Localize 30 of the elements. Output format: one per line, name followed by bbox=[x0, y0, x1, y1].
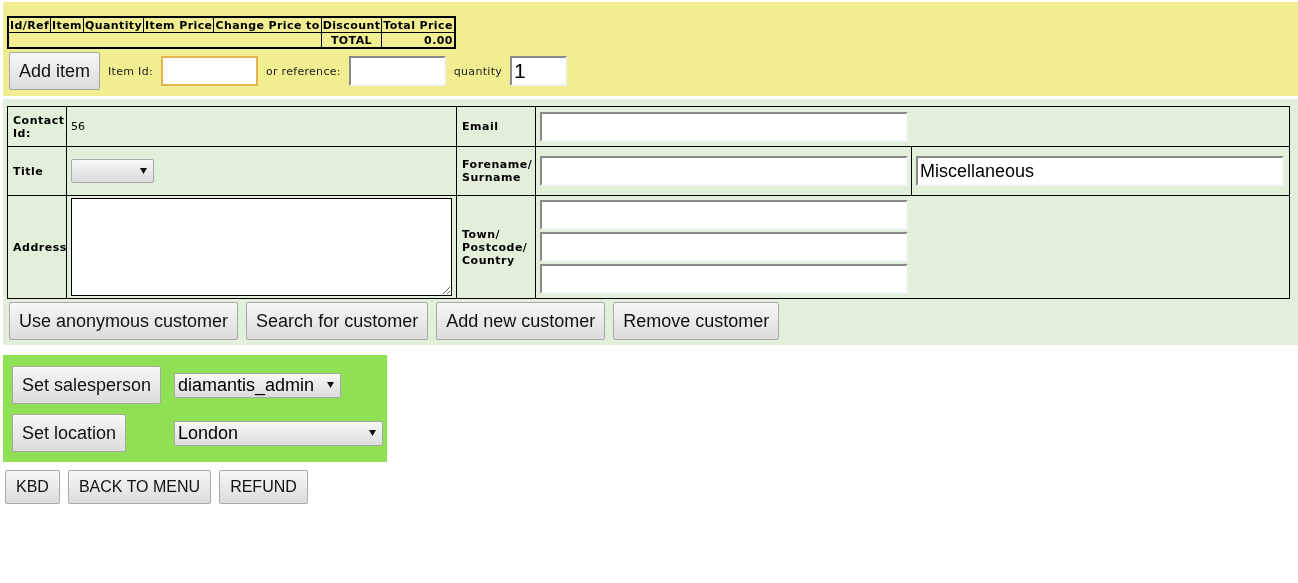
customer-button[interactable]: Search for customer bbox=[246, 302, 429, 340]
field-label: Town/ Postcode/ Country bbox=[462, 227, 528, 267]
set-salesperson-button[interactable]: Set salesperson bbox=[12, 366, 162, 404]
input-field[interactable]: 1 bbox=[510, 56, 568, 86]
customer-button[interactable]: Use anonymous customer bbox=[9, 302, 239, 340]
menu-button[interactable]: REFUND bbox=[219, 470, 308, 504]
field-label: Email bbox=[462, 120, 499, 133]
dropdown[interactable]: diamantis_admin bbox=[174, 372, 342, 398]
field-label: Contact Id: bbox=[13, 113, 65, 140]
field-label: Address bbox=[13, 240, 67, 254]
add-item-button[interactable]: Add item bbox=[9, 52, 101, 90]
menu-button[interactable]: KBD bbox=[5, 470, 60, 504]
column-header: Quantity bbox=[83, 17, 144, 33]
contact-id-value: 56 bbox=[71, 120, 85, 133]
field-label: Forename/ Surname bbox=[462, 158, 533, 184]
column-header: Id/Ref bbox=[8, 17, 51, 33]
customer-button[interactable]: Add new customer bbox=[436, 302, 606, 340]
dropdown[interactable]: London bbox=[174, 420, 384, 446]
column-header: Item bbox=[50, 17, 84, 33]
menu-button[interactable]: BACK TO MENU bbox=[67, 470, 212, 504]
field-label: Title bbox=[13, 164, 44, 178]
customer-button[interactable]: Remove customer bbox=[613, 302, 780, 340]
field-label: quantity bbox=[453, 64, 503, 78]
field-label: Item Id: bbox=[108, 64, 153, 78]
column-header: Discount bbox=[321, 17, 382, 33]
set-location-button[interactable]: Set location bbox=[12, 414, 127, 452]
column-header: Item Price bbox=[143, 17, 214, 33]
input-field[interactable]: Miscellaneous bbox=[916, 156, 1284, 186]
column-header: Change Price to bbox=[213, 17, 322, 33]
field-label: or reference: bbox=[265, 64, 341, 78]
